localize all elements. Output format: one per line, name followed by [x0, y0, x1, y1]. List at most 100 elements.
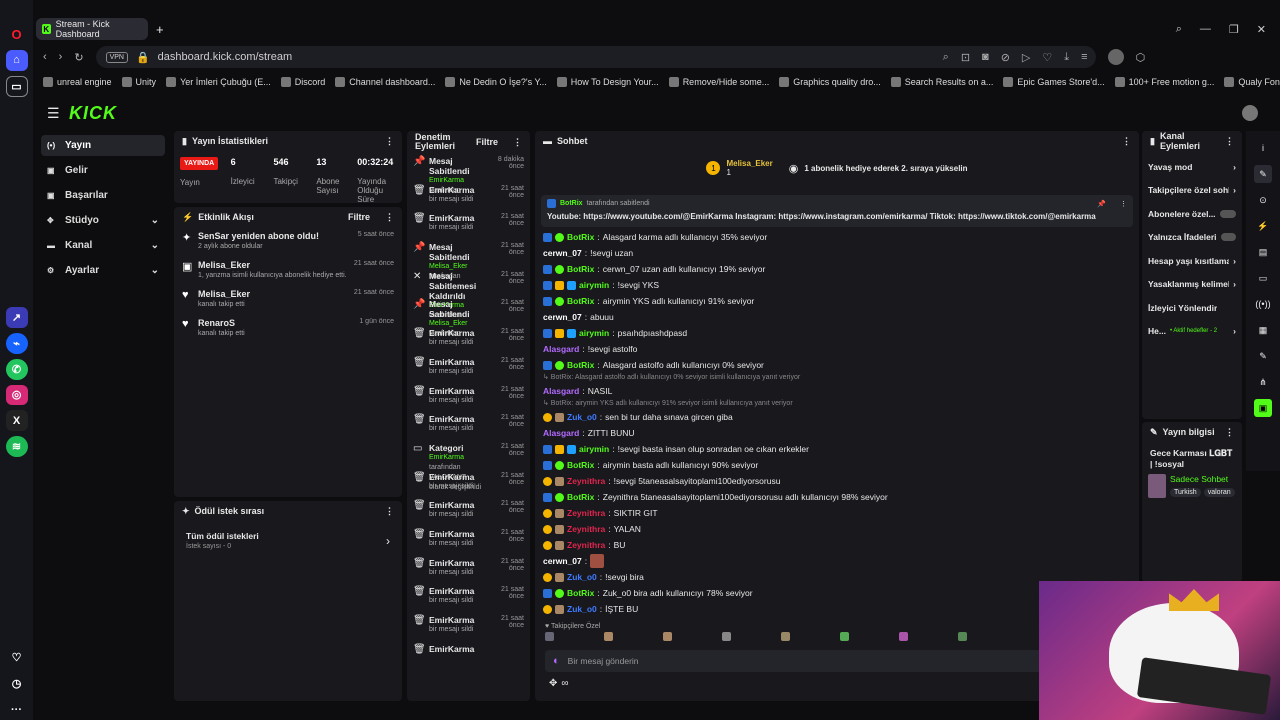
play-icon[interactable]: ▷ — [1022, 51, 1030, 64]
minimize-icon[interactable]: — — [1200, 23, 1211, 36]
chat-message[interactable]: Zeynithra: SIKTIR GIT — [535, 505, 1139, 521]
aria-icon[interactable]: ▭ — [5, 75, 28, 97]
nav-item-yayın[interactable]: (•) Yayın — [41, 135, 165, 156]
back-icon[interactable]: ‹ — [43, 51, 47, 63]
emote-icon[interactable] — [545, 632, 554, 641]
chat-message[interactable]: BotRix: Alasgard karma adlı kullanıcıyı 3… — [535, 229, 1139, 245]
all-rewards-row[interactable]: Tüm ödül istekleri İstek sayısı - 0 › — [174, 521, 402, 560]
tag-chip[interactable]: valoran — [1203, 488, 1235, 497]
mod-action-item[interactable]: 📌 Mesaj Sabitlendi Melisa_Eker tarafından 2… — [407, 296, 530, 337]
chat-username[interactable]: Zuk_o0 — [567, 604, 597, 614]
mod-action-item[interactable]: ▭ Kategori EmirKarma tarafından VALORANT o… — [407, 440, 530, 491]
bookmark-item[interactable]: 100+ Free motion g... — [1114, 77, 1214, 87]
broadcast-icon[interactable]: ((•)) — [1254, 295, 1272, 313]
bookmark-item[interactable]: Discord — [280, 77, 325, 87]
bookmark-item[interactable]: Ne Dedin O İşe?'s Y... — [445, 77, 547, 87]
chat-message[interactable]: BotRix: airymin basta adlı kullanıcıyı 90… — [535, 457, 1139, 473]
maximize-icon[interactable]: ❐ — [1229, 23, 1239, 36]
chat-more-icon[interactable]: ⋮ — [1122, 136, 1131, 147]
chat-message[interactable]: Zeynithra: YALAN — [535, 521, 1139, 537]
channel-actions-more-icon[interactable]: ⋮ — [1225, 136, 1234, 147]
emote-icon[interactable] — [958, 632, 967, 641]
bookmark-item[interactable]: Epic Games Store'd... — [1003, 77, 1105, 87]
channel-action-item[interactable]: Yasaklanmış kelimeler › — [1142, 273, 1242, 297]
chat-username[interactable]: BotRix — [567, 492, 594, 502]
channel-action-item[interactable]: Abonelere özel... — [1142, 202, 1242, 226]
chat-username[interactable]: BotRix — [567, 232, 594, 242]
document-icon[interactable]: ▤ — [1254, 243, 1272, 261]
chat-message[interactable]: airymin: !sevgi basta insan olup sonradan… — [535, 441, 1139, 457]
chat-username[interactable]: airymin — [579, 444, 609, 454]
mod-action-item[interactable]: 🗑 EmirKarma bir mesajı sildi 21 saat önce — [407, 325, 530, 354]
chat-username[interactable]: airymin — [579, 328, 609, 338]
channel-action-item[interactable]: İzleyici Yönlendir — [1142, 296, 1242, 320]
pinned-message[interactable]: BotRix tarafından sabitlendi 📌 ⋮ Youtube: h… — [541, 195, 1133, 227]
activity-item[interactable]: ♥ RenaroS kanalı takip etti 1 gün önce — [174, 314, 402, 343]
nav-item-kanal[interactable]: ▬ Kanal ⌄ — [41, 235, 165, 256]
activity-more-icon[interactable]: ⋮ — [385, 212, 394, 223]
heart-icon[interactable]: ♡ — [6, 647, 28, 668]
messenger-icon[interactable]: ⌁ — [5, 332, 28, 354]
chat-username[interactable]: Alasgard — [543, 428, 579, 438]
chat-message[interactable]: Alasgard: ZITTI BUNU — [535, 425, 1139, 441]
emote-icon[interactable] — [722, 632, 731, 641]
channel-action-item[interactable]: Hesap yaşı kısıtlaması› — [1142, 249, 1242, 273]
forward-icon[interactable]: › — [59, 51, 63, 63]
chat-username[interactable]: Alasgard — [543, 344, 579, 354]
channel-action-item[interactable]: Yalnızca İfadeleri... — [1142, 226, 1242, 250]
chat-message[interactable]: airymin: !sevgi YKS — [535, 277, 1139, 293]
bookmark-item[interactable]: Channel dashboard... — [335, 77, 435, 87]
chat-username[interactable]: BotRix — [567, 296, 594, 306]
chat-message[interactable]: airymin: psaıhdpıashdpasd — [535, 325, 1139, 341]
chat-username[interactable]: Zuk_o0 — [567, 572, 597, 582]
bookmark-heart-icon[interactable]: ♡ — [1042, 51, 1052, 64]
snapshot-icon[interactable]: ⊡ — [961, 51, 970, 64]
opera-logo-icon[interactable]: O — [6, 24, 28, 45]
chat-username[interactable]: airymin — [579, 280, 609, 290]
target-icon[interactable]: ⊙ — [1254, 191, 1272, 209]
chat-message[interactable]: cerwn_07: — [535, 553, 1139, 569]
mod-action-item[interactable]: 🗑 EmirKarma bir mesajı sildi 21 saat önce — [407, 210, 530, 239]
hamburger-menu-icon[interactable]: ☰ — [47, 105, 60, 122]
chat-message[interactable]: Alasgard: !sevgi astolfo — [535, 341, 1139, 357]
adblock-icon[interactable]: ⊘ — [1001, 51, 1010, 64]
chat-message[interactable]: Zeynithra: BU — [535, 537, 1139, 553]
mod-more-icon[interactable]: ⋮ — [513, 137, 522, 147]
pin-more-icon[interactable]: ⋮ — [1120, 200, 1127, 208]
bookmark-item[interactable]: Unity — [121, 77, 156, 87]
chat-message[interactable]: cerwn_07: abuuu — [535, 309, 1139, 325]
mod-action-item[interactable]: 🗑 EmirKarma bir mesajı sildi 21 saat önce — [407, 411, 530, 440]
url-field[interactable]: VPN 🔒 dashboard.kick.com/stream ⌕ ⊡ ◙ ⊘ … — [95, 46, 1096, 68]
chat-message[interactable]: cerwn_07: !sevgi uzan — [535, 245, 1139, 261]
wrench-tool-icon[interactable]: ✎ — [1254, 347, 1272, 365]
x-icon[interactable]: X — [5, 410, 28, 432]
nav-item-stüdyo[interactable]: ✥ Stüdyo ⌄ — [41, 210, 165, 231]
whatsapp-icon[interactable]: ✆ — [5, 358, 28, 380]
chat-message[interactable]: Zuk_o0: sen bi tur daha sınava gircen gib… — [535, 409, 1139, 425]
activity-item[interactable]: ✦ SenSar yeniden abone oldu! 2 aylık abone… — [174, 227, 402, 256]
bookmark-item[interactable]: Search Results on a... — [890, 77, 993, 87]
chat-username[interactable]: Zeynithra — [567, 476, 605, 486]
bookmark-item[interactable]: How To Design Your... — [556, 77, 659, 87]
chat-message[interactable]: Alasgard: NASIL — [535, 383, 1139, 399]
edit-icon[interactable]: ✎ — [1254, 165, 1272, 183]
emote-icon[interactable] — [604, 632, 613, 641]
chat-message[interactable]: BotRix: cerwn_07 uzan adlı kullanıcıyı 19… — [535, 261, 1139, 277]
bookmark-item[interactable]: Qualy Font FREE Do... — [1224, 77, 1280, 87]
bookmark-item[interactable]: Yer İmleri Çubuğu (E... — [166, 77, 271, 87]
chat-username[interactable]: Zeynithra — [567, 508, 605, 518]
close-window-icon[interactable]: ✕ — [1257, 23, 1266, 36]
mod-action-item[interactable]: 🗑 EmirKarma bir mesajı sildi 21 saat önce — [407, 612, 530, 641]
chat-username[interactable]: cerwn_07 — [543, 556, 582, 566]
tag-chip[interactable]: Turkish — [1170, 488, 1201, 497]
reward-more-icon[interactable]: ⋮ — [385, 506, 394, 517]
nav-item-başarılar[interactable]: ▣ Başarılar — [41, 185, 165, 206]
activity-filter-button[interactable]: Filtre — [348, 212, 370, 222]
mod-action-item[interactable]: 🗑 EmirKarma bir mesajı sildi 21 saat önce — [407, 583, 530, 612]
kick-logo[interactable]: KICK — [69, 103, 117, 124]
info-icon[interactable]: i — [1254, 139, 1272, 157]
chat-username[interactable]: BotRix — [567, 460, 594, 470]
chat-username[interactable]: Zeynithra — [567, 540, 605, 550]
extensions-icon[interactable]: ⬡ — [1136, 51, 1146, 64]
chat-username[interactable]: cerwn_07 — [543, 312, 582, 322]
